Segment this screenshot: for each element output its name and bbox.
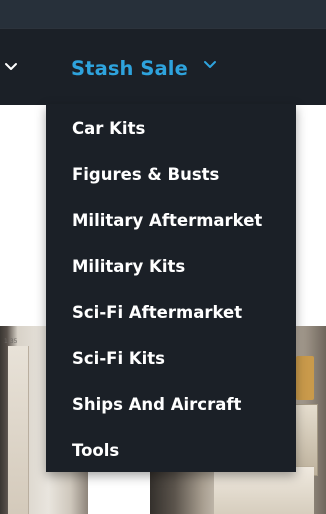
main-navigation-bar: Stash Sale — [0, 28, 326, 105]
menu-item-sci-fi-aftermarket[interactable]: Sci-Fi Aftermarket — [72, 299, 242, 325]
box-scale-label: 1:35 — [4, 338, 18, 345]
menu-item-tools[interactable]: Tools — [72, 437, 119, 463]
chevron-down-icon — [203, 57, 217, 71]
menu-item-military-aftermarket[interactable]: Military Aftermarket — [72, 207, 262, 233]
menu-item-sci-fi-kits[interactable]: Sci-Fi Kits — [72, 345, 165, 371]
top-utility-bar — [0, 0, 326, 28]
menu-item-ships-and-aircraft[interactable]: Ships And Aircraft — [72, 391, 241, 417]
page: Stash Sale 1:35 Car Kits Figures & Busts… — [0, 0, 326, 514]
product-bag — [214, 466, 314, 514]
chevron-down-icon[interactable] — [4, 59, 18, 73]
menu-item-car-kits[interactable]: Car Kits — [72, 115, 145, 141]
nav-item-label: Stash Sale — [71, 56, 188, 80]
stash-sale-dropdown-menu: Car Kits Figures & Busts Military Afterm… — [46, 104, 296, 472]
menu-item-military-kits[interactable]: Military Kits — [72, 253, 185, 279]
product-part-strip — [8, 346, 29, 514]
menu-item-figures-busts[interactable]: Figures & Busts — [72, 161, 219, 187]
nav-item-stash-sale[interactable]: Stash Sale — [71, 53, 217, 83]
product-tag — [296, 356, 314, 400]
